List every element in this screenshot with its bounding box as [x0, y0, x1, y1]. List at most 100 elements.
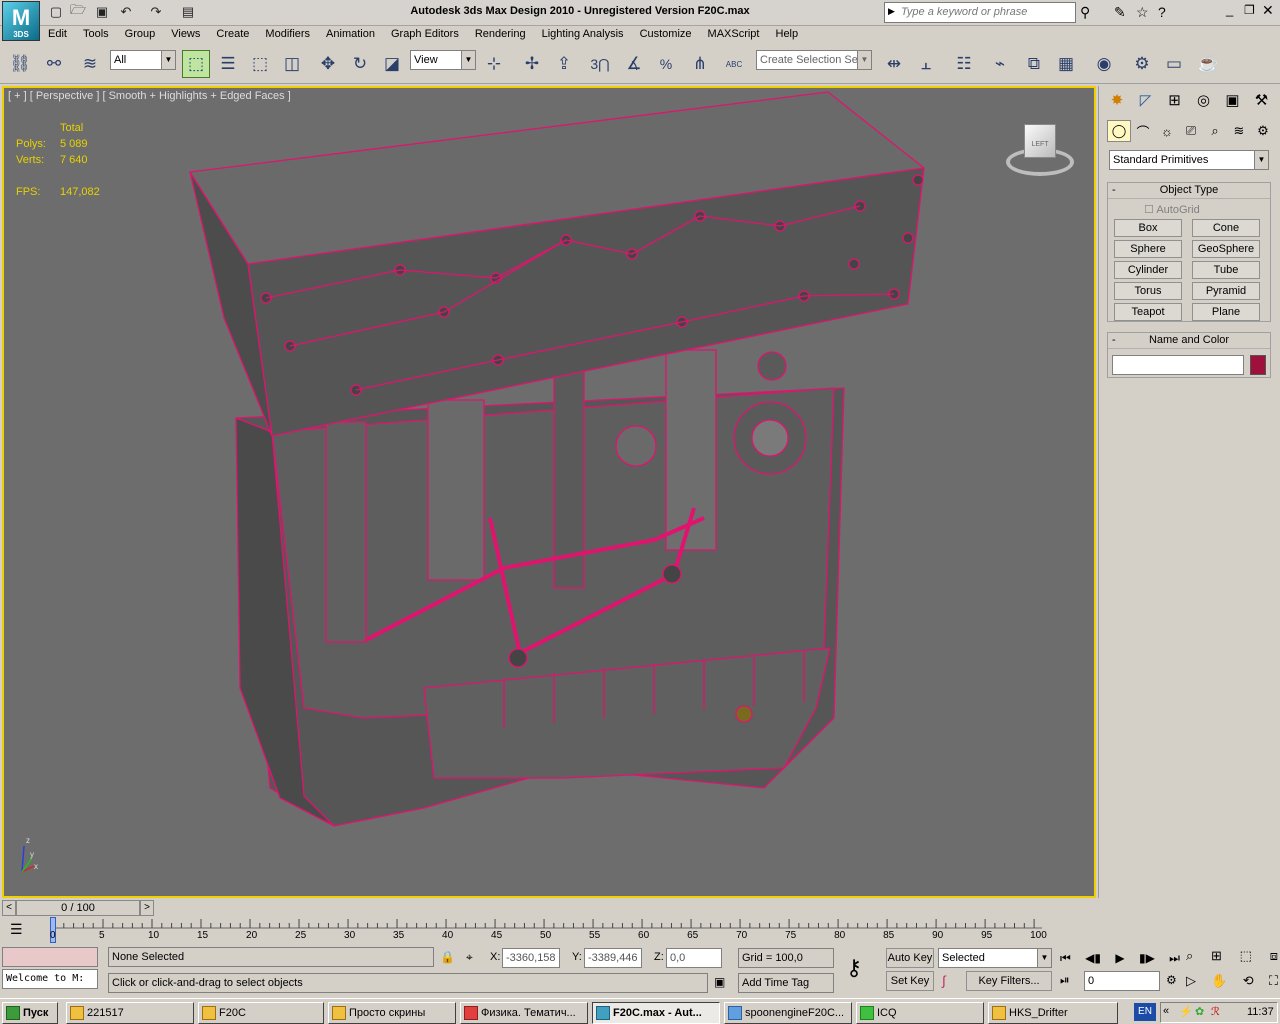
- bind-space-warp-icon[interactable]: ≋: [76, 50, 104, 78]
- add-time-tag-button[interactable]: Add Time Tag: [738, 973, 834, 993]
- menu-graph-editors[interactable]: Graph Editors: [383, 26, 467, 44]
- redo-icon[interactable]: ↷: [146, 3, 166, 21]
- go-to-end-icon[interactable]: ⏭: [1169, 951, 1180, 966]
- named-selection-set-dropdown[interactable]: Create Selection Se ▼: [756, 50, 872, 70]
- time-slider-thumb[interactable]: 0 / 100: [16, 900, 140, 916]
- object-category-dropdown[interactable]: Standard Primitives ▼: [1109, 150, 1269, 170]
- lock-selection-icon[interactable]: 🔒: [440, 950, 455, 964]
- utilities-tab-icon[interactable]: ⚒: [1247, 91, 1276, 109]
- zoom-all-icon[interactable]: ⊞: [1211, 948, 1222, 964]
- maxscript-mini-listener[interactable]: Welcome to M:: [2, 969, 98, 989]
- scale-icon[interactable]: ◪: [378, 50, 406, 78]
- trackbar[interactable]: ☰ 0 5 10 15 20 25 30 35 40 45 50 55 60 65 70 75 80 85 90 95…: [0, 917, 1098, 945]
- menu-tools[interactable]: Tools: [75, 26, 117, 44]
- motion-tab-icon[interactable]: ◎: [1189, 91, 1218, 109]
- rect-region-icon[interactable]: ⬚: [246, 50, 274, 78]
- set-key-button[interactable]: Set Key: [886, 971, 934, 991]
- box-button[interactable]: Box: [1114, 219, 1182, 237]
- engine-model[interactable]: [4, 88, 1094, 896]
- hierarchy-tab-icon[interactable]: ⊞: [1160, 91, 1189, 109]
- plane-button[interactable]: Plane: [1192, 303, 1260, 321]
- schematic-view-icon[interactable]: ⧉: [1020, 50, 1048, 78]
- cameras-icon[interactable]: ⎚: [1179, 123, 1203, 139]
- task-spoonengine[interactable]: spoonengineF20C...: [724, 1002, 852, 1024]
- tray-icq-icon[interactable]: ✿: [1195, 1005, 1204, 1018]
- zoom-extents-all-icon[interactable]: ⧈: [1270, 948, 1278, 964]
- key-mode-dropdown[interactable]: Selected ▼: [938, 948, 1052, 968]
- start-button[interactable]: Пуск: [2, 1002, 58, 1024]
- keyboard-shortcut-icon[interactable]: ⇪: [550, 50, 578, 78]
- snap-toggle-icon[interactable]: 3 ⋂: [586, 50, 614, 78]
- restore-icon[interactable]: ❐: [1244, 3, 1255, 17]
- z-coordinate-field[interactable]: 0,0: [666, 948, 722, 968]
- play-icon[interactable]: ▶: [1115, 951, 1124, 965]
- rendered-frame-icon[interactable]: ▭: [1160, 50, 1188, 78]
- help-icon[interactable]: ?: [1158, 4, 1166, 20]
- layer-manager-icon[interactable]: ☷: [950, 50, 978, 78]
- link-icon[interactable]: ⛓: [6, 50, 34, 78]
- tube-button[interactable]: Tube: [1192, 261, 1260, 279]
- task-icq[interactable]: ICQ: [856, 1002, 984, 1024]
- search-input[interactable]: Type a keyword or phrase: [884, 2, 1076, 23]
- select-manipulate-icon[interactable]: ✢: [518, 50, 546, 78]
- tray-expand-icon[interactable]: «: [1163, 1005, 1169, 1017]
- pyramid-button[interactable]: Pyramid: [1192, 282, 1260, 300]
- time-slider[interactable]: < 0 / 100 >: [0, 900, 1098, 916]
- menu-animation[interactable]: Animation: [318, 26, 383, 44]
- maxscript-listener-pink[interactable]: [2, 947, 98, 967]
- create-tab-icon[interactable]: ✸: [1103, 91, 1131, 109]
- key-filters-button[interactable]: Key Filters...: [966, 971, 1052, 991]
- zoom-icon[interactable]: ⌕: [1186, 948, 1193, 964]
- percent-snap-icon[interactable]: %: [652, 50, 680, 78]
- time-configuration-icon[interactable]: ⚙: [1166, 973, 1177, 987]
- select-object-icon[interactable]: ⬚: [182, 50, 210, 78]
- minimize-icon[interactable]: _: [1226, 2, 1233, 17]
- perspective-viewport[interactable]: [ + ] [ Perspective ] [ Smooth + Highlig…: [2, 86, 1096, 898]
- y-coordinate-field[interactable]: -3389,446: [584, 948, 642, 968]
- key-mode-toggle-icon[interactable]: ⏯: [1060, 973, 1070, 988]
- language-indicator[interactable]: EN: [1134, 1003, 1156, 1021]
- move-icon[interactable]: ✥: [314, 50, 342, 78]
- current-frame-field[interactable]: 0: [1084, 971, 1160, 991]
- close-icon[interactable]: ✕: [1262, 2, 1274, 19]
- menu-group[interactable]: Group: [117, 26, 164, 44]
- geosphere-button[interactable]: GeoSphere: [1192, 240, 1260, 258]
- search-arrow-icon[interactable]: ▶: [888, 6, 895, 17]
- tray-antivirus-icon[interactable]: ℛ: [1211, 1005, 1220, 1018]
- cylinder-button[interactable]: Cylinder: [1114, 261, 1182, 279]
- dope-sheet-icon[interactable]: ▦: [1052, 50, 1080, 78]
- menu-views[interactable]: Views: [163, 26, 208, 44]
- teapot-button[interactable]: Teapot: [1114, 303, 1182, 321]
- task-screens-folder[interactable]: Просто скрины: [328, 1002, 456, 1024]
- menu-maxscript[interactable]: MAXScript: [700, 26, 768, 44]
- zoom-extents-icon[interactable]: ⬚: [1240, 948, 1252, 964]
- project-icon[interactable]: ▤: [178, 3, 198, 21]
- object-name-field[interactable]: [1112, 355, 1244, 375]
- rotate-icon[interactable]: ↻: [346, 50, 374, 78]
- maximize-viewport-icon[interactable]: ⛶: [1269, 973, 1278, 989]
- curve-editor-icon[interactable]: ⌁: [986, 50, 1014, 78]
- time-prev-icon[interactable]: <: [2, 900, 16, 916]
- task-3dsmax[interactable]: F20C.max - Aut...: [592, 1002, 720, 1024]
- open-icon[interactable]: 🗁: [68, 2, 88, 21]
- window-crossing-icon[interactable]: ◫: [278, 50, 306, 78]
- task-f20c-folder[interactable]: F20C: [198, 1002, 324, 1024]
- material-editor-icon[interactable]: ◉: [1090, 50, 1118, 78]
- geometry-icon[interactable]: ◯: [1107, 120, 1131, 142]
- save-icon[interactable]: ▣: [92, 3, 112, 21]
- favorites-icon[interactable]: ☆: [1136, 4, 1149, 21]
- app-logo-button[interactable]: M 3DS: [2, 1, 40, 41]
- tray-network-icon[interactable]: ⚡: [1179, 1005, 1193, 1018]
- x-coordinate-field[interactable]: -3360,158: [502, 948, 560, 968]
- task-hks-drifter[interactable]: HKS_Drifter: [988, 1002, 1118, 1024]
- torus-button[interactable]: Torus: [1114, 282, 1182, 300]
- unlink-icon[interactable]: ⚯: [40, 50, 68, 78]
- next-frame-icon[interactable]: ▮▶: [1139, 951, 1155, 965]
- angle-snap-icon[interactable]: ∡: [620, 50, 648, 78]
- new-icon[interactable]: ▢: [46, 3, 66, 21]
- spinner-snap-icon[interactable]: ⋔: [686, 50, 714, 78]
- helpers-icon[interactable]: ⌕: [1203, 123, 1227, 139]
- binoculars-icon[interactable]: ⚲: [1080, 4, 1090, 21]
- modify-tab-icon[interactable]: ◸: [1131, 91, 1160, 109]
- set-key-mode-icon[interactable]: ⚷: [846, 955, 862, 981]
